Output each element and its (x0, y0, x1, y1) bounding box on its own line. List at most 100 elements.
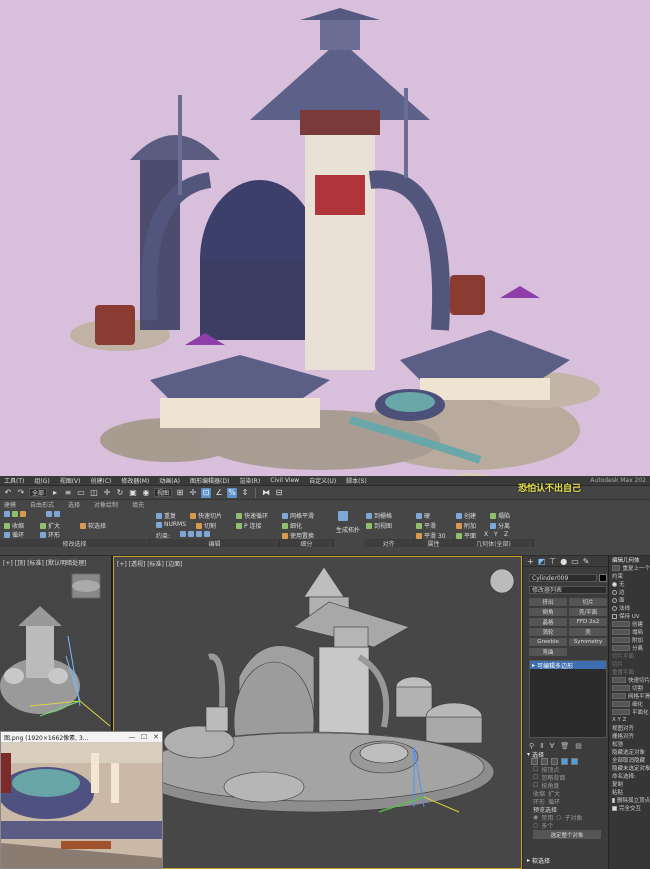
scale-icon[interactable]: ▣ (128, 488, 138, 498)
constraint-edge-radio[interactable]: 边 (609, 588, 650, 596)
menu-item-create[interactable]: 创建(C) (91, 476, 112, 485)
preview-disabled-radio[interactable]: ◉ (533, 814, 538, 821)
create-button[interactable]: 创建 (456, 511, 476, 520)
pconnect-button[interactable]: P 连接 (236, 521, 262, 530)
undo-icon[interactable]: ↶ (3, 488, 13, 498)
nurms-button[interactable]: NURMS (156, 521, 186, 528)
soft-selection-header[interactable]: ▸ 软选择 (527, 856, 607, 865)
maximize-icon[interactable]: ☐ (138, 733, 150, 741)
percent-snap-icon[interactable]: % (227, 487, 238, 498)
make-planar-button[interactable]: 平面化 (609, 708, 650, 716)
vertex-mode-icon[interactable] (4, 511, 26, 517)
hide-unselected-button[interactable]: 隐藏未选定对象 (609, 764, 650, 772)
axis-x-button[interactable]: X (484, 531, 488, 538)
repeat-button[interactable]: 重复 (156, 511, 176, 520)
slice-button[interactable]: 切片 (609, 660, 650, 668)
modifier-button-greeble[interactable]: Greeble (529, 638, 567, 646)
viewport-perspective[interactable]: [+] [透视] [标准] [边面] (113, 556, 522, 869)
display-tab-icon[interactable]: ▭ (571, 557, 579, 566)
mirror-icon[interactable]: ⧓ (261, 488, 271, 498)
image-viewer-titlebar[interactable]: 图.png (1920×1662像素, 3... — ☐ ✕ (1, 732, 162, 743)
ribbon-tab-object-paint[interactable]: 对象绘制 (94, 500, 118, 509)
tessellate-button[interactable]: 细化 (282, 521, 302, 530)
collapse-button[interactable]: 塌陷 (609, 628, 650, 636)
delete-isolated-vertices-checkbox[interactable]: 删除孤立顶点 (609, 796, 650, 804)
object-name-field[interactable]: Cylinder009 (529, 574, 597, 582)
detach-button[interactable]: 分离 (490, 521, 510, 530)
preview-multi-radio[interactable]: ○ (533, 822, 538, 829)
modifier-button-bend[interactable]: 弯曲 (529, 648, 567, 656)
reference-coord-select[interactable]: 视图 (154, 488, 173, 497)
menu-item-graph-editors[interactable]: 图形编辑器(D) (190, 476, 229, 485)
modifier-button-shell[interactable]: 壳 (569, 628, 607, 636)
element-level-icon[interactable] (571, 758, 578, 765)
meshsmooth-button[interactable]: 网格平滑 (282, 511, 314, 520)
ribbon-tab-freeform[interactable]: 自由形式 (30, 500, 54, 509)
constraint-normal-radio[interactable]: 法线 (609, 604, 650, 612)
tessellate-button[interactable]: 细化 (609, 700, 650, 708)
select-by-name-icon[interactable]: ≡ (63, 488, 73, 498)
close-icon[interactable]: ✕ (150, 733, 162, 741)
by-vertex-checkbox[interactable]: ☐ 按顶点 (527, 765, 607, 774)
make-unique-icon[interactable]: ∀ (550, 742, 555, 750)
select-whole-object-button[interactable]: 选定整个对象 (533, 830, 601, 839)
axis-z-button[interactable]: Z (504, 531, 508, 538)
create-tab-icon[interactable]: + (527, 557, 534, 566)
soft-select-button[interactable]: 软选择 (80, 521, 106, 530)
xyz-buttons[interactable]: X Y Z (609, 716, 650, 724)
reset-plane-button[interactable]: 重置平面 (609, 668, 650, 676)
grow-button[interactable]: 扩大 (40, 521, 60, 530)
remove-modifier-icon[interactable]: 🗑 (560, 742, 569, 750)
cut-button[interactable]: 切割 (196, 521, 216, 530)
select-region-icon[interactable]: ▭ (76, 488, 86, 498)
modifier-button-turbo[interactable]: 涡轮 (529, 628, 567, 636)
unhide-all-button[interactable]: 全部取消隐藏 (609, 756, 650, 764)
selection-filter-select[interactable]: 全部 (29, 488, 48, 497)
menu-item-tools[interactable]: 工具(T) (4, 476, 24, 485)
quickslice-button[interactable]: 快速切片 (609, 676, 650, 684)
menu-item-customize[interactable]: 自定义(U) (309, 476, 336, 485)
meshsmooth-button[interactable]: 网格平滑 (609, 692, 650, 700)
move-icon[interactable]: ✛ (102, 488, 112, 498)
image-viewer-window[interactable]: 图.png (1920×1662像素, 3... — ☐ ✕ (0, 731, 163, 869)
modifier-stack-item[interactable]: ▸ 可编辑多边形 (530, 661, 606, 670)
generate-topology-button[interactable]: 生成拓扑 (336, 525, 360, 534)
modifier-button-lattice[interactable]: 晶格 (529, 618, 567, 626)
generate-topology-icon[interactable] (338, 511, 348, 521)
redo-icon[interactable]: ↷ (16, 488, 26, 498)
rotate-icon[interactable]: ↻ (115, 488, 125, 498)
modifier-button-bevel[interactable]: 倒角 (529, 608, 567, 616)
grid-align-button[interactable]: 栅格对齐 (609, 732, 650, 740)
expand-icon[interactable]: ▸ (532, 662, 535, 669)
attach-button[interactable]: 附加 (456, 521, 476, 530)
menu-item-group[interactable]: 组(G) (34, 476, 49, 485)
menu-item-view[interactable]: 视图(V) (60, 476, 81, 485)
select-object-icon[interactable]: ▸ (50, 488, 60, 498)
repeat-last-button[interactable]: 重复上一个 (609, 564, 650, 572)
ribbon-tab-selection[interactable]: 选择 (68, 500, 80, 509)
quickslice-button[interactable]: 快速切片 (190, 511, 222, 520)
spinner-snap-icon[interactable]: ⇕ (240, 488, 250, 498)
paste-button[interactable]: 粘贴 (609, 788, 650, 796)
modifier-button-ffd[interactable]: FFD 2x2 (569, 618, 607, 626)
edit-geometry-header[interactable]: 编辑几何体 (609, 556, 650, 564)
menu-item-animation[interactable]: 动画(A) (159, 476, 180, 485)
hierarchy-tab-icon[interactable]: ⊤ (549, 557, 556, 566)
selection-rollout-header[interactable]: ▾ 选择 (527, 750, 607, 759)
constraint-options[interactable] (180, 531, 210, 537)
place-icon[interactable]: ◉ (141, 488, 151, 498)
modifier-button-extrude[interactable]: 挤出 (529, 598, 567, 606)
ribbon-tab-populate[interactable]: 填充 (132, 500, 144, 509)
modifier-button-slice[interactable]: 切片 (569, 598, 607, 606)
preview-subobject-radio[interactable]: ○ (556, 814, 561, 821)
shrink-button[interactable]: 收缩 (4, 521, 24, 530)
configure-sets-icon[interactable]: ▤ (575, 742, 582, 750)
snap-toggle-icon[interactable]: ⊡ (201, 487, 212, 498)
window-crossing-icon[interactable]: ◫ (89, 488, 99, 498)
modifier-button-symmetry[interactable]: Symmetry (569, 638, 607, 646)
view-align-button[interactable]: 视图对齐 (609, 724, 650, 732)
smooth-button[interactable]: 平滑 (416, 521, 436, 530)
quickloop-button[interactable]: 快速循环 (236, 511, 268, 520)
element-mode-icon[interactable] (46, 511, 60, 517)
ribbon-tab-modeling[interactable]: 建模 (4, 500, 16, 509)
